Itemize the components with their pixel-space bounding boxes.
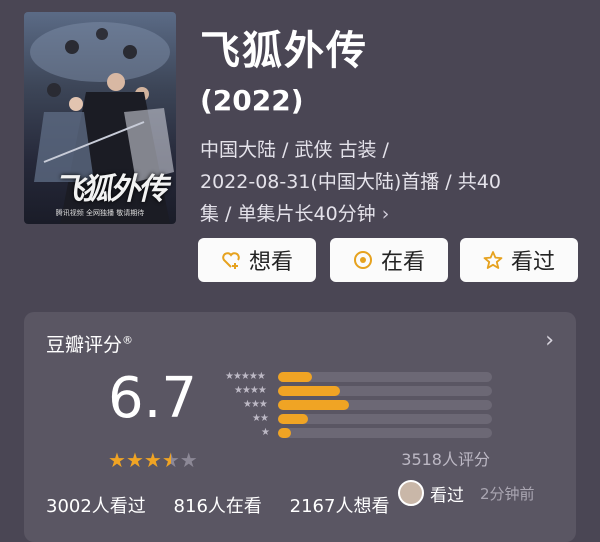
- movie-meta[interactable]: 中国大陆 / 武侠 古装 / 2022-08-31(中国大陆)首播 / 共40 …: [200, 134, 580, 230]
- rating-bar-row: ★★★★: [214, 384, 514, 398]
- rating-bar-row: ★★: [214, 412, 514, 426]
- rating-bar-track: [278, 414, 492, 424]
- movie-title: 飞狐外传: [200, 28, 368, 74]
- star-icon: ★: [161, 448, 180, 472]
- star-icon: ★: [143, 448, 162, 472]
- activity-toast: 看过 2分钟前: [398, 476, 535, 510]
- rating-bar-stars: ★★★: [243, 399, 268, 410]
- rating-bar-stars: ★★★★: [234, 385, 267, 396]
- watched-button[interactable]: 看过: [460, 238, 578, 282]
- rating-bar-stars: ★★★★★: [225, 371, 266, 382]
- rating-bar-track: [278, 372, 492, 382]
- watch-stats: 3002人看过 816人在看 2167人想看: [46, 492, 411, 518]
- rating-bar-stars: ★: [261, 427, 270, 438]
- rating-bar-fill: [278, 428, 291, 438]
- toast-action: 看过: [430, 485, 464, 506]
- meta-line-3: 集 / 单集片长40分钟 ›: [200, 198, 580, 230]
- want-count[interactable]: 2167人想看: [290, 496, 390, 517]
- watching-count[interactable]: 816人在看: [174, 496, 262, 517]
- star-icon: ★: [179, 448, 198, 472]
- poster-image[interactable]: 飞狐外传 腾讯视频 全网独播 敬请期待: [24, 12, 176, 224]
- avatar: [398, 480, 424, 506]
- rating-bar-fill: [278, 386, 341, 396]
- circle-dot-icon: [353, 250, 373, 270]
- meta-line-3-text: 集 / 单集片长40分钟: [200, 203, 376, 225]
- rating-title-text: 豆瓣评分: [46, 334, 123, 356]
- meta-line-2: 2022-08-31(中国大陆)首播 / 共40: [200, 171, 501, 193]
- rating-title: 豆瓣评分®: [46, 330, 133, 357]
- rating-bar-stars: ★★: [252, 413, 269, 424]
- watching-label: 在看: [380, 250, 425, 275]
- poster-title-art: 飞狐外传: [54, 172, 168, 207]
- meta-line-1: 中国大陆 / 武侠 古装 /: [200, 139, 389, 161]
- movie-year: (2022): [200, 84, 304, 117]
- heart-plus-icon: [221, 250, 241, 270]
- rating-bar-row: ★★★: [214, 398, 514, 412]
- rating-bar-track: [278, 400, 492, 410]
- watched-count[interactable]: 3002人看过: [46, 496, 146, 517]
- rating-bar-row: ★: [214, 426, 514, 440]
- rating-bar-row: ★★★★★: [214, 370, 514, 384]
- rating-distribution: ★★★★★ ★★★★ ★★★ ★★ ★: [214, 370, 514, 440]
- watched-label: 看过: [510, 250, 555, 275]
- rating-bar-fill: [278, 372, 313, 382]
- want-to-watch-button[interactable]: 想看: [198, 238, 316, 282]
- chevron-right-icon[interactable]: ›: [382, 203, 390, 225]
- poster-caption: 腾讯视频 全网独播 敬请期待: [55, 209, 145, 217]
- rating-bar-track: [278, 428, 492, 438]
- toast-time: 2分钟前: [480, 484, 535, 503]
- rating-bar-fill: [278, 414, 308, 424]
- watching-button[interactable]: 在看: [330, 238, 448, 282]
- star-icon: ★: [108, 448, 126, 472]
- rating-stars: ★★★★★: [108, 448, 198, 472]
- rating-count: 3518人评分: [401, 450, 490, 469]
- want-to-watch-label: 想看: [248, 250, 293, 275]
- rating-bar-fill: [278, 400, 349, 410]
- star-icon: ★: [125, 448, 144, 472]
- star-outline-icon: [483, 250, 503, 270]
- rating-bar-track: [278, 386, 492, 396]
- rating-score: 6.7: [108, 366, 198, 431]
- registered-mark: ®: [122, 333, 134, 347]
- chevron-right-icon[interactable]: ›: [545, 328, 554, 353]
